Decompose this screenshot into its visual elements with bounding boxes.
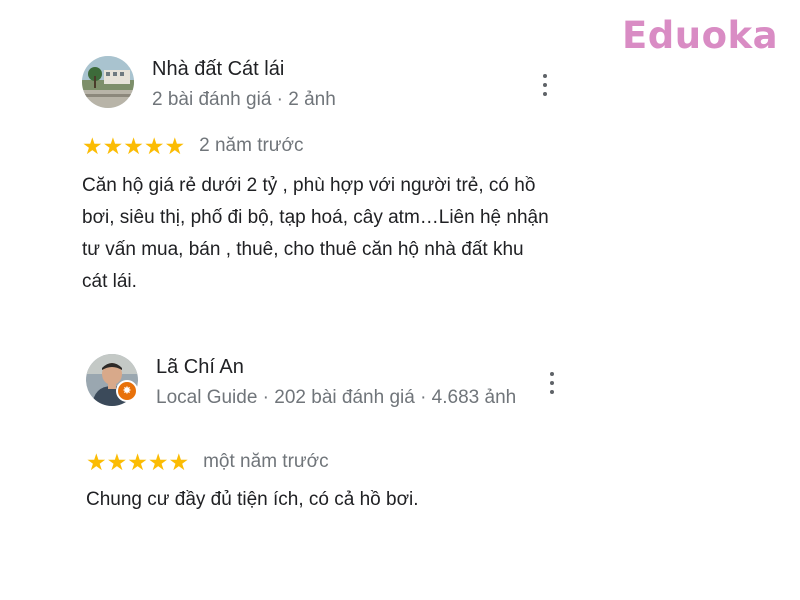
more-dot (550, 390, 554, 394)
review-text: Chung cư đầy đủ tiện ích, có cả hồ bơi. (86, 489, 419, 510)
reviewer-name[interactable]: Lã Chí An (156, 356, 244, 379)
more-dot (543, 83, 547, 87)
review-time: 2 năm trước (199, 135, 304, 156)
review-header: ✸ Lã Chí An Local Guide · 202 bài đánh g… (86, 350, 566, 410)
more-vert-icon[interactable] (549, 372, 555, 394)
reviewer-name[interactable]: Nhà đất Cát lái (152, 58, 284, 81)
star-rating: ★★★★★ (82, 133, 186, 159)
review-header: Nhà đất Cát lái 2 bài đánh giá · 2 ảnh (82, 52, 562, 112)
local-guide-badge-icon: ✸ (116, 380, 138, 402)
review-card: Nhà đất Cát lái 2 bài đánh giá · 2 ảnh ★… (82, 52, 562, 292)
star-rating: ★★★★★ (86, 449, 190, 475)
review-text: Căn hộ giá rẻ dưới 2 tỷ , phù hợp với ng… (82, 175, 549, 292)
reviews-page: Eduoka Nhà đất Cát lái 2 bài đánh giá · … (0, 0, 800, 600)
review-time: một năm trước (203, 451, 329, 472)
more-dot (550, 372, 554, 376)
more-vert-icon[interactable] (542, 74, 548, 96)
more-dot (543, 92, 547, 96)
rating-row: ★★★★★ một năm trước (86, 450, 329, 474)
reviewer-avatar[interactable] (82, 56, 134, 108)
review-card: ✸ Lã Chí An Local Guide · 202 bài đánh g… (86, 350, 566, 510)
reviewer-meta: Local Guide · 202 bài đánh giá · 4.683 ả… (156, 387, 517, 408)
more-dot (543, 74, 547, 78)
eduoka-watermark: Eduoka (622, 14, 779, 57)
landscape-photo-icon (82, 56, 134, 108)
rating-row: ★★★★★ 2 năm trước (82, 134, 303, 158)
reviewer-meta: 2 bài đánh giá · 2 ảnh (152, 89, 336, 110)
more-dot (550, 381, 554, 385)
